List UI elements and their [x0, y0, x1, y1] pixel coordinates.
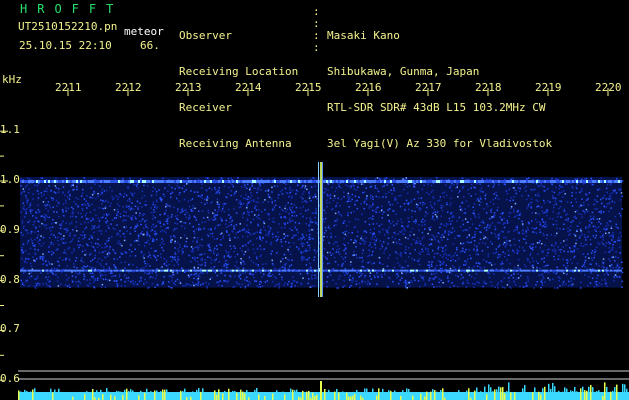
x-tick-label: 2214 — [235, 81, 262, 94]
x-tick-label: 2211 — [55, 81, 82, 94]
x-tick-label: 2213 — [175, 81, 202, 94]
y-tick-label: 0.7 — [0, 322, 20, 336]
x-tick-label: 2216 — [355, 81, 382, 94]
amplitude-spike — [320, 381, 322, 400]
meteor-echo-trace — [320, 162, 322, 297]
meteor-echo — [318, 162, 323, 297]
x-tick-label: 2218 — [475, 81, 502, 94]
x-tick-label: 2215 — [295, 81, 322, 94]
meteor-echo-trace — [318, 162, 319, 297]
x-tick-label: 2219 — [535, 81, 562, 94]
y-tick-label: 0.8 — [0, 272, 20, 286]
y-tick-label: 1.1 — [0, 123, 20, 137]
amplitude-strip — [18, 381, 629, 400]
y-axis-unit: kHz — [2, 73, 22, 86]
y-tick-label: 1.0 — [0, 173, 20, 186]
x-tick-label: 2220 — [595, 81, 622, 94]
y-tick-label: 0.9 — [0, 222, 20, 236]
spectrogram-plot — [0, 88, 629, 400]
x-tick-label: 2212 — [115, 81, 142, 94]
x-tick-label: 2217 — [415, 81, 442, 94]
y-tick-label: 0.6 — [0, 372, 20, 386]
meteor-echo-trace — [322, 162, 323, 297]
